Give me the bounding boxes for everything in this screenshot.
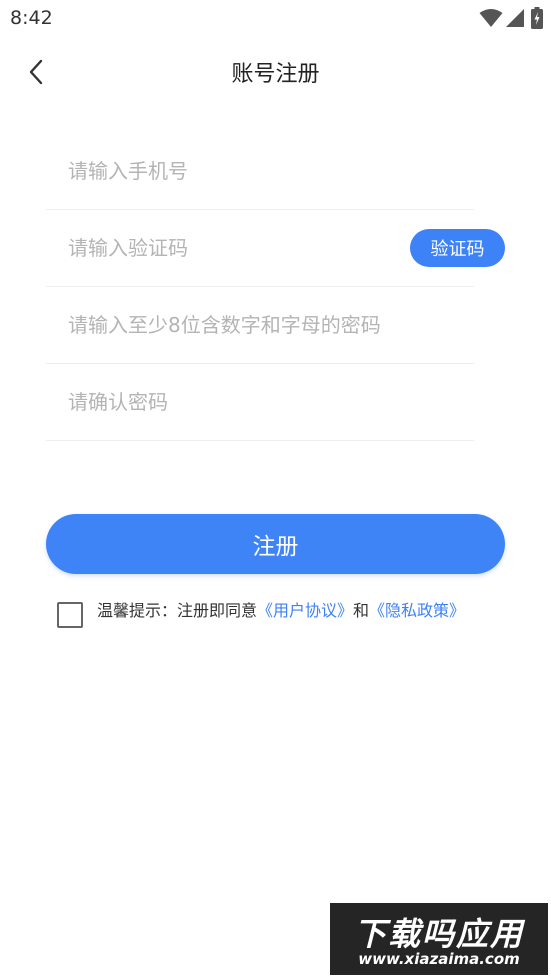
confirm-password-input[interactable]	[68, 364, 398, 440]
page-title: 账号注册	[231, 62, 320, 87]
agreement-prefix: 温馨提示：注册即同意	[97, 601, 258, 620]
wifi-icon	[479, 8, 503, 28]
phone-row	[46, 133, 474, 210]
code-input[interactable]	[68, 210, 398, 286]
confirm-password-row	[46, 364, 474, 441]
get-code-button[interactable]: 验证码	[410, 229, 505, 267]
register-form: 验证码	[46, 133, 505, 441]
agreement-conjunction: 和	[353, 601, 370, 620]
password-row	[46, 287, 474, 364]
watermark-url: www.xiazaima.com	[358, 950, 520, 968]
signal-icon	[505, 8, 525, 28]
code-row: 验证码	[46, 210, 505, 287]
agreement-checkbox[interactable]	[57, 602, 83, 628]
header: 账号注册	[0, 38, 551, 110]
status-icons	[479, 6, 543, 30]
status-bar: 8:42	[0, 0, 551, 38]
password-input[interactable]	[68, 287, 468, 363]
battery-icon	[531, 7, 543, 29]
register-button[interactable]: 注册	[46, 514, 505, 574]
phone-input[interactable]	[68, 133, 398, 209]
status-time: 8:42	[10, 7, 53, 29]
agreement-text: 温馨提示：注册即同意《用户协议》和《隐私政策》	[97, 599, 507, 622]
user-agreement-link[interactable]: 《用户协议》	[257, 601, 353, 620]
watermark: 下载吗应用 www.xiazaima.com	[330, 903, 548, 975]
watermark-logo-text: 下载吗应用	[353, 915, 524, 953]
privacy-policy-link[interactable]: 《隐私政策》	[369, 601, 465, 620]
